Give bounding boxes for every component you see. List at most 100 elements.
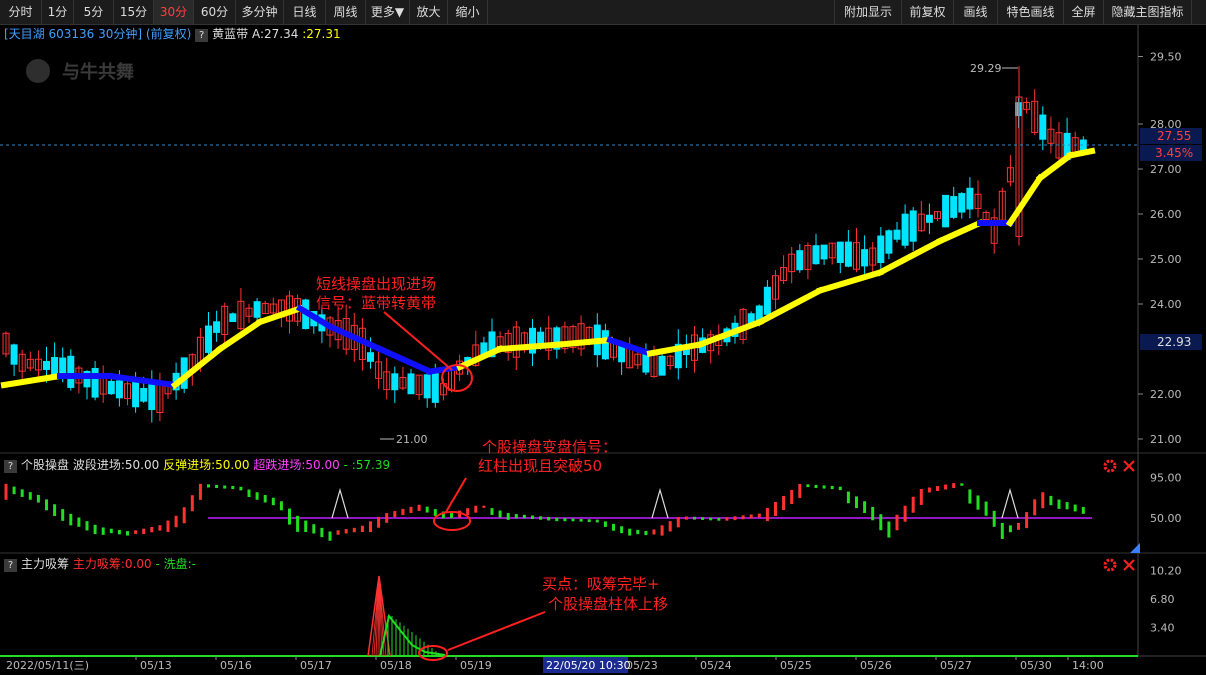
oscillator-bar (385, 513, 389, 523)
candle-body (820, 244, 828, 260)
yellow-band (1066, 147, 1096, 160)
price-tick-label: 29.50 (1150, 51, 1182, 64)
candle-body (958, 193, 966, 213)
price-tick-label: 22.00 (1150, 388, 1182, 401)
current-price-value: 27.55 (1157, 129, 1191, 143)
candle-body (10, 344, 18, 365)
price-tick-label: 21.00 (1150, 433, 1182, 446)
signal-triangle (331, 487, 349, 519)
oscillator-bar (401, 508, 405, 516)
price-tick-label: 26.00 (1150, 208, 1182, 221)
annotation-1-line2: 信号：蓝带转黄带 (316, 294, 436, 312)
blue-band (326, 322, 384, 353)
oscillator-bar (846, 491, 850, 504)
oscillator-bar (474, 505, 478, 513)
watermark-text: 与牛共舞 (62, 61, 134, 83)
scroll-triangle-icon (1130, 543, 1140, 553)
oscillator-bar (288, 508, 291, 525)
date-tick-label: 05/23 (626, 659, 658, 672)
candle-body (909, 210, 917, 242)
oscillator-bar (531, 515, 534, 519)
oscillator-bar (247, 489, 251, 498)
oscillator-bar (879, 514, 883, 531)
date-tick-label: 2022/05/11(三) (6, 659, 89, 672)
oscillator-bar (417, 504, 421, 511)
oscillator-bar (1025, 512, 1029, 529)
oscillator-bar (393, 510, 397, 518)
oscillator-bar (166, 520, 170, 532)
oscillator-bar (207, 484, 210, 488)
oscillator-bar (369, 521, 372, 533)
oscillator-bar (53, 504, 57, 516)
oscillator-bar (984, 501, 988, 516)
oscillator-bar (190, 495, 194, 512)
yellow-band (1035, 151, 1075, 183)
oscillator-bar (992, 510, 996, 527)
oscillator-bar (45, 499, 48, 511)
candle-body (601, 330, 609, 360)
oscillator-bar (1057, 499, 1061, 509)
candle-body (91, 367, 99, 398)
oscillator-bar (652, 529, 656, 535)
oscillator-bar (555, 517, 559, 522)
oscillator-bar (749, 514, 753, 519)
yellow-band (496, 341, 564, 353)
oscillator-bar (279, 501, 283, 511)
annotation-2-line2: 红柱出现且突破50 (478, 457, 602, 475)
oscillator-bar (93, 524, 97, 535)
oscillator-bar (822, 485, 826, 489)
cursor-price-value: 22.93 (1157, 335, 1191, 349)
oscillator-bar (644, 530, 648, 536)
yellow-band (1005, 173, 1045, 228)
signal-triangle (1001, 487, 1019, 519)
candle-body (942, 194, 950, 228)
oscillator-bar (676, 517, 680, 528)
oscillator-bar (433, 509, 437, 516)
oscillator-bar (101, 527, 105, 535)
candle-body (1039, 114, 1047, 140)
date-tick-label: 05/27 (940, 659, 972, 672)
yellow-band (0, 372, 64, 389)
oscillator-bar (952, 483, 956, 489)
candle-body (407, 373, 415, 395)
oscillator-bar (595, 519, 599, 523)
close-icon (1123, 559, 1135, 571)
signal-triangle (651, 487, 669, 519)
oscillator-bar (304, 520, 308, 533)
oscillator-bar (790, 489, 794, 504)
kline-chart[interactable]: 29.5028.0027.0026.0025.0024.0022.0021.00… (0, 0, 1206, 675)
oscillator-bar (85, 521, 89, 531)
oscillator-bar (231, 486, 235, 490)
candle-body (43, 360, 50, 370)
low-price-label: 21.00 (396, 433, 428, 446)
oscillator-bar (450, 513, 453, 519)
oscillator-bar (765, 508, 769, 522)
oscillator-bar (352, 527, 356, 533)
candle-body (213, 321, 221, 333)
close-icon (1123, 460, 1135, 472)
annotation-arrow (447, 611, 546, 651)
candle-body (877, 235, 885, 264)
oscillator-bar (134, 530, 138, 534)
candle-body (966, 187, 974, 210)
oscillator-bar (1041, 492, 1045, 509)
oscillator-bar (344, 529, 348, 534)
candle-body (796, 250, 804, 271)
oscillator-bar (1073, 504, 1077, 512)
sub1-tick-label: 95.00 (1150, 472, 1182, 485)
oscillator-bar (28, 492, 32, 500)
blue-band (376, 345, 434, 376)
oscillator-bar (61, 509, 65, 521)
price-tick-label: 27.00 (1150, 163, 1182, 176)
oscillator-bar (944, 484, 948, 490)
oscillator-bar (539, 516, 543, 520)
candle-body (140, 388, 148, 402)
oscillator-bar (668, 521, 672, 532)
annotation-3-line1: 买点：吸筹完毕+ (542, 575, 660, 593)
candle-body (950, 196, 958, 218)
oscillator-bar (377, 516, 381, 528)
candle-body (367, 352, 374, 362)
oscillator-bar (733, 516, 737, 521)
oscillator-bar (69, 513, 73, 526)
oscillator-bar (636, 529, 640, 535)
